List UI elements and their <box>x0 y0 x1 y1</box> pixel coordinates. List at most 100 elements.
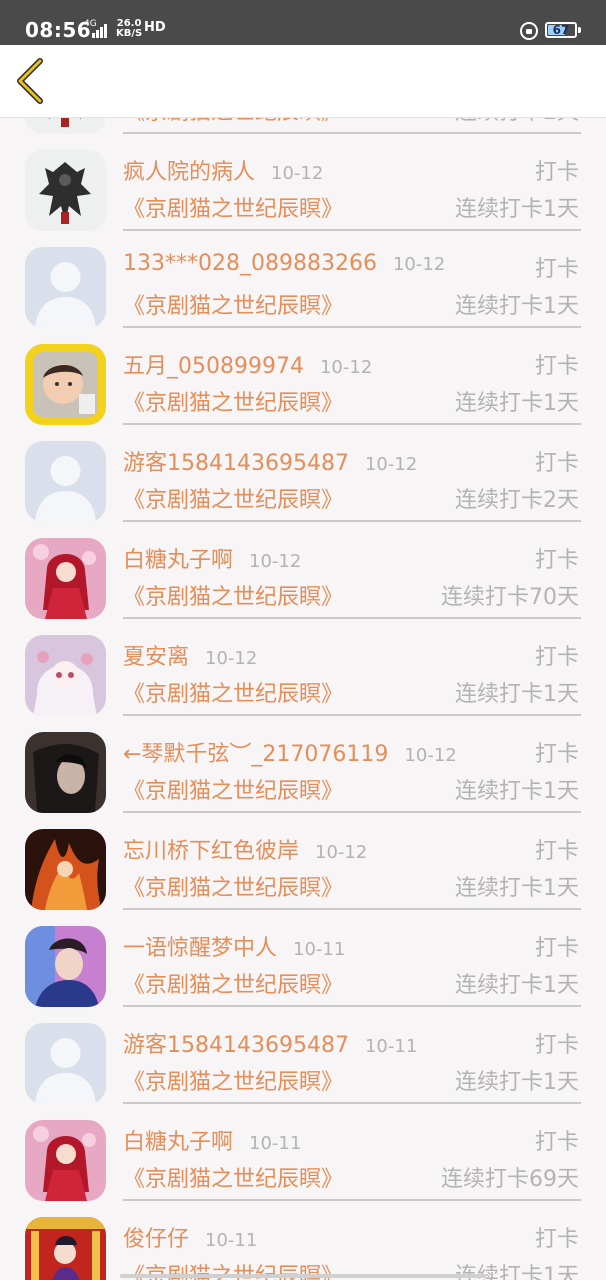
user-name[interactable]: 白糖丸子啊 <box>123 542 233 574</box>
avatar[interactable] <box>25 926 106 1007</box>
streak-count: 连续打卡2天 <box>455 118 579 126</box>
checkin-row[interactable]: 133***028_089883266 10-12 打卡《京剧猫之世纪辰瞑》 连续打卡… <box>0 232 606 329</box>
book-title-link[interactable]: 《京剧猫之世纪辰瞑》 <box>123 1064 343 1096</box>
book-title-link[interactable]: 《京剧猫之世纪辰瞑》 <box>123 288 343 320</box>
checkin-row[interactable]: 疯人院的病人 10-12 打卡《京剧猫之世纪辰瞑》 连续打卡1天 <box>0 135 606 232</box>
avatar[interactable] <box>25 441 106 522</box>
book-title-link[interactable]: 《京剧猫之世纪辰瞑》 <box>123 676 343 708</box>
checkin-label: 打卡 <box>534 354 579 379</box>
checkin-label: 打卡 <box>534 936 579 961</box>
checkin-date: 10-11 <box>364 1036 418 1057</box>
speed-unit: KB/S <box>116 28 143 39</box>
user-name[interactable]: 白糖丸子啊 <box>123 1124 233 1156</box>
app-bar <box>0 45 606 118</box>
row-divider <box>123 714 581 716</box>
user-name[interactable]: 夏安离 <box>123 639 189 671</box>
row-divider <box>123 326 581 328</box>
streak-count: 连续打卡70天 <box>441 585 579 610</box>
avatar[interactable] <box>25 829 106 910</box>
checkin-label: 打卡 <box>534 839 579 864</box>
row-divider <box>123 229 581 231</box>
book-title-link[interactable]: 《京剧猫之世纪辰瞑》 <box>123 118 343 126</box>
user-name[interactable]: 疯人院的病人 <box>123 154 255 186</box>
book-title-link[interactable]: 《京剧猫之世纪辰瞑》 <box>123 482 343 514</box>
row-header: 忘川桥下红色彼岸 10-12 <box>123 833 367 865</box>
user-name[interactable]: 133***028_089883266 <box>123 251 377 276</box>
checkin-label: 打卡 <box>534 257 579 282</box>
avatar[interactable] <box>25 1023 106 1104</box>
user-name[interactable]: 五月_050899974 <box>123 348 304 380</box>
user-name[interactable]: 一语惊醒梦中人 <box>123 930 277 962</box>
book-title-link[interactable]: 《京剧猫之世纪辰瞑》 <box>123 870 343 902</box>
row-divider <box>123 1102 581 1104</box>
row-header: 白糖丸子啊 10-11 <box>123 1124 301 1156</box>
checkin-date: 10-11 <box>205 1230 258 1251</box>
checkin-row[interactable]: 白糖丸子啊 10-11 打卡 《京剧猫之世纪辰瞑》 连续打卡69天 <box>0 1105 606 1202</box>
book-title-link[interactable]: 《京剧猫之世纪辰瞑》 <box>123 773 343 805</box>
signal-icon <box>92 24 108 38</box>
book-title-link[interactable]: 《京剧猫之世纪辰瞑》 <box>123 385 343 417</box>
book-title-link[interactable]: 《京剧猫之世纪辰瞑》 <box>123 579 343 611</box>
row-header: 疯人院的病人 10-12 <box>123 154 323 186</box>
streak-count: 连续打卡69天 <box>441 1167 579 1192</box>
chevron-left-icon <box>17 58 43 104</box>
network-speed: 26.0 KB/S <box>116 19 142 39</box>
row-header: 白糖丸子啊 10-12 <box>123 542 301 574</box>
row-divider <box>123 811 581 813</box>
back-button[interactable] <box>10 55 58 107</box>
row-header: 夏安离 10-12 <box>123 639 257 671</box>
checkin-row[interactable]: 忘川桥下红色彼岸 10-12 打卡 《京剧猫之世纪辰瞑》 连续打卡1天 <box>0 814 606 911</box>
checkin-row[interactable]: 一语惊醒梦中人 10-11 打卡 《京剧猫之世纪辰瞑》 连续打卡1天 <box>0 911 606 1008</box>
book-title-link[interactable]: 《京剧猫之世纪辰瞑》 <box>123 191 343 223</box>
avatar[interactable] <box>25 118 106 134</box>
user-name[interactable]: 忘川桥下红色彼岸 <box>123 833 299 865</box>
checkin-label: 打卡 <box>534 160 579 185</box>
checkin-label: 打卡 <box>534 645 579 670</box>
checkin-row[interactable]: 疯人院的病人10-12打卡《京剧猫之世纪辰瞑》连续打卡2天 <box>0 118 606 135</box>
status-bar: 08:56 4G 26.0 KB/S HD 67 <box>0 0 606 45</box>
avatar[interactable] <box>25 150 106 231</box>
checkin-date: 10-12 <box>315 842 368 863</box>
streak-count: 连续打卡1天 <box>455 294 579 319</box>
status-time: 08:56 <box>25 18 92 42</box>
avatar[interactable] <box>25 247 106 328</box>
avatar[interactable] <box>25 1120 106 1201</box>
avatar[interactable] <box>25 538 106 619</box>
checkin-row[interactable]: 游客1584143695487 10-12 打卡 《京剧猫之世纪辰瞑》 连续打卡2天 <box>0 426 606 523</box>
checkin-row[interactable]: ←琴默千弦︶_217076119 10-12 打卡 《京剧猫之世纪辰瞑》 连续打卡1天 <box>0 717 606 814</box>
hd-badge: HD <box>144 20 166 35</box>
row-header: ←琴默千弦︶_217076119 10-12 <box>123 736 457 768</box>
streak-count: 连续打卡2天 <box>455 488 579 513</box>
streak-count: 连续打卡1天 <box>455 1070 579 1095</box>
row-header: 五月_050899974 10-12 <box>123 348 372 380</box>
checkin-row[interactable]: 白糖丸子啊 10-12 打卡《京剧猫之世纪辰瞑》 连续打卡70天 <box>0 523 606 620</box>
checkin-date: 10-12 <box>404 745 457 766</box>
row-divider <box>123 1199 581 1201</box>
checkin-row[interactable]: 五月_050899974 10-12 打卡《京剧猫之世纪辰瞑》 连续打卡1天 <box>0 329 606 426</box>
user-name[interactable]: 游客1584143695487 <box>123 1027 349 1059</box>
avatar[interactable] <box>25 732 106 813</box>
checkin-row[interactable]: 俊仔仔 10-11 打卡 《京剧猫之世纪辰瞑》 连续打卡1天 <box>0 1202 606 1280</box>
avatar[interactable] <box>25 1217 106 1280</box>
checkin-label: 打卡 <box>534 548 579 573</box>
battery-icon: 67 <box>545 22 577 38</box>
user-name[interactable]: ←琴默千弦︶_217076119 <box>123 736 388 768</box>
book-title-link[interactable]: 《京剧猫之世纪辰瞑》 <box>123 1161 343 1193</box>
book-title-link[interactable]: 《京剧猫之世纪辰瞑》 <box>123 967 343 999</box>
scroll-indicator <box>120 1274 486 1278</box>
checkin-date: 10-12 <box>364 454 418 475</box>
row-header: 133***028_089883266 10-12 <box>123 251 445 276</box>
user-name[interactable]: 俊仔仔 <box>123 1221 189 1253</box>
avatar[interactable] <box>25 635 106 716</box>
streak-count: 连续打卡1天 <box>455 391 579 416</box>
battery-tip <box>578 27 581 33</box>
checkin-date: 10-12 <box>271 163 324 184</box>
checkin-list[interactable]: 疯人院的病人10-12打卡《京剧猫之世纪辰瞑》连续打卡2天疯人院的病人10-12… <box>0 118 606 1280</box>
checkin-row[interactable]: 夏安离 10-12 打卡 《京剧猫之世纪辰瞑》 连续打卡1天 <box>0 620 606 717</box>
checkin-row[interactable]: 游客1584143695487 10-11 打卡 《京剧猫之世纪辰瞑》 连续打卡1天 <box>0 1008 606 1105</box>
user-name[interactable]: 游客1584143695487 <box>123 445 349 477</box>
streak-count: 连续打卡1天 <box>455 973 579 998</box>
streak-count: 连续打卡1天 <box>455 779 579 804</box>
streak-count: 连续打卡1天 <box>455 197 579 222</box>
avatar[interactable] <box>25 344 106 425</box>
